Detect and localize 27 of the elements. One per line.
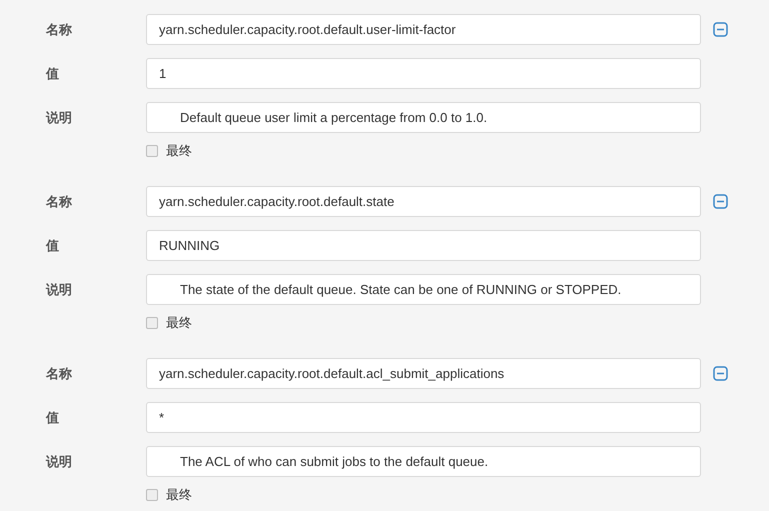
description-field[interactable]: The state of the default queue. State can be one of RUNNING or STOPPED. <box>146 274 701 305</box>
name-field[interactable]: yarn.scheduler.capacity.root.default.state <box>146 186 701 217</box>
field-label: 值 <box>44 64 60 82</box>
final-checkbox[interactable] <box>146 489 158 501</box>
field-label: 名称 <box>44 364 73 382</box>
name-field[interactable]: yarn.scheduler.capacity.root.default.user-limit-factor <box>146 14 701 45</box>
final-checkbox[interactable] <box>146 317 158 329</box>
description-field[interactable]: The ACL of who can submit jobs to the default queue. <box>146 446 701 477</box>
remove-icon[interactable] <box>713 366 728 381</box>
checkbox-label: 最终 <box>166 486 192 504</box>
field-label: 说明 <box>44 108 73 126</box>
value-field[interactable]: 1 <box>146 58 701 89</box>
remove-icon[interactable] <box>713 194 728 209</box>
field-label: 值 <box>44 236 60 254</box>
field-label: 值 <box>44 408 60 426</box>
field-label: 说明 <box>44 280 73 298</box>
checkbox-label: 最终 <box>166 314 192 332</box>
value-field[interactable]: * <box>146 402 701 433</box>
final-checkbox[interactable] <box>146 145 158 157</box>
checkbox-label: 最终 <box>166 142 192 160</box>
field-label: 名称 <box>44 192 73 210</box>
remove-icon[interactable] <box>713 22 728 37</box>
field-label: 名称 <box>44 20 73 38</box>
name-field[interactable]: yarn.scheduler.capacity.root.default.acl_submit_applications <box>146 358 701 389</box>
description-field[interactable]: Default queue user limit a percentage from 0.0 to 1.0. <box>146 102 701 133</box>
value-field[interactable]: RUNNING <box>146 230 701 261</box>
field-label: 说明 <box>44 452 73 470</box>
